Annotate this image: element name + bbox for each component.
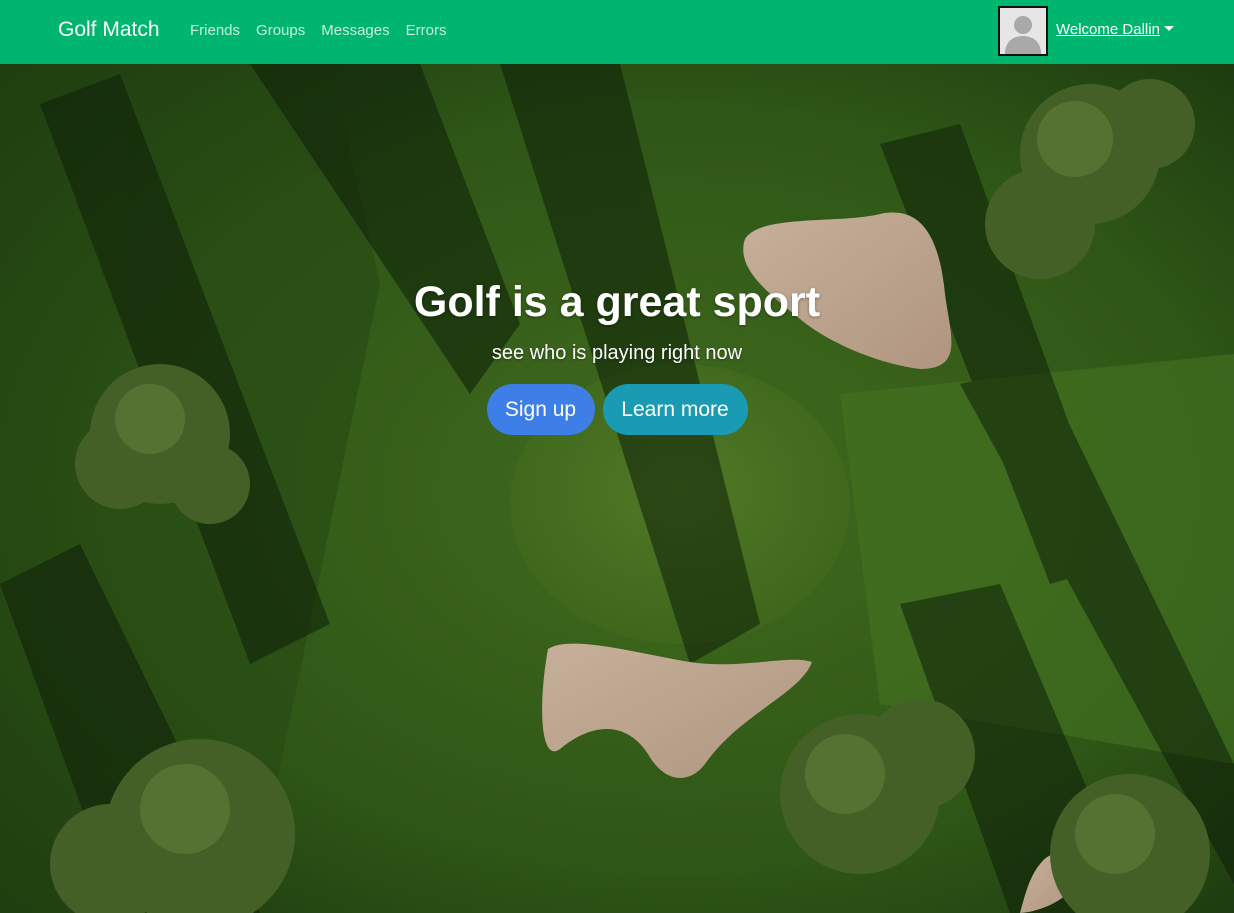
user-dropdown-toggle[interactable]: Welcome Dallin [1056,21,1174,38]
nav-link-friends[interactable]: Friends [190,22,240,39]
learn-more-button[interactable]: Learn more [602,384,748,435]
golf-course-background [0,64,1234,913]
navbar: Golf Match Friends Groups Messages Error… [0,0,1234,64]
hero-buttons: Sign up Learn more [0,384,1234,435]
user-menu: Welcome Dallin [998,6,1174,56]
nav-links: Friends Groups Messages Errors [190,22,462,39]
hero-section: Golf is a great sport see who is playing… [0,64,1234,913]
user-avatar-icon[interactable] [998,6,1048,56]
nav-link-messages[interactable]: Messages [321,22,389,39]
brand-link[interactable]: Golf Match [58,18,160,42]
caret-down-icon [1163,25,1174,31]
nav-link-groups[interactable]: Groups [256,22,305,39]
hero-subtitle: see who is playing right now [491,342,743,364]
hero-title: Golf is a great sport [413,278,821,326]
hero-content: Golf is a great sport see who is playing… [0,274,1234,435]
nav-link-errors[interactable]: Errors [406,22,447,39]
sign-up-button[interactable]: Sign up [486,384,595,435]
welcome-label: Welcome Dallin [1056,20,1160,38]
